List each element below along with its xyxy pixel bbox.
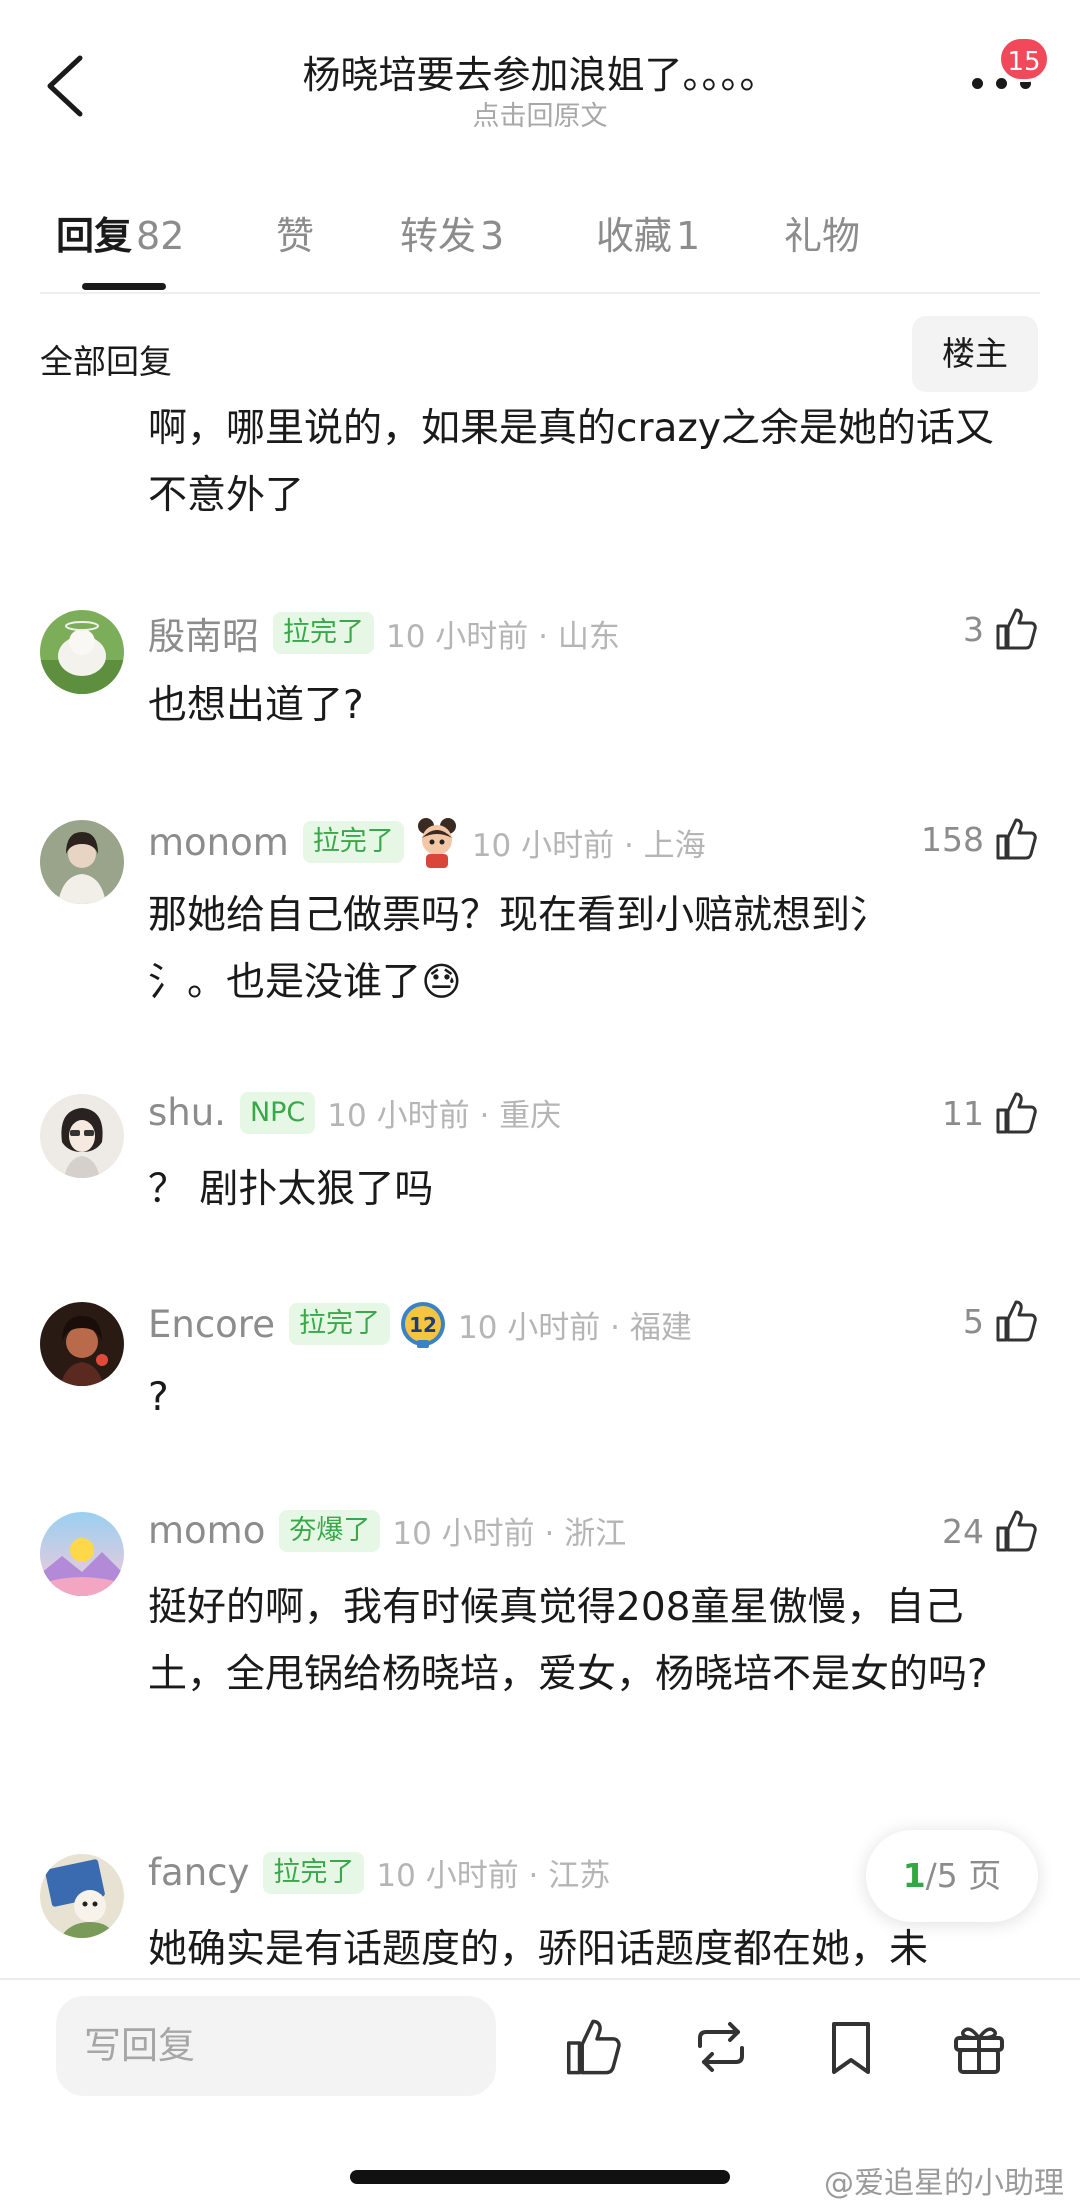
avatar[interactable]: [40, 820, 124, 904]
tab-label: 礼物: [784, 214, 861, 258]
like-count: 5: [963, 1301, 984, 1341]
tab-reposts[interactable]: 转发 3: [400, 205, 504, 260]
username[interactable]: Encore: [148, 1303, 275, 1346]
timestamp-location: 10 小时前 · 山东: [386, 618, 620, 655]
status-badge: 拉完了: [302, 821, 404, 863]
status-badge: 拉完了: [288, 1303, 390, 1345]
page-title: 杨晓培要去参加浪姐了。。。。: [302, 53, 778, 97]
home-indicator: [350, 2170, 730, 2184]
like-post-icon[interactable]: [562, 2016, 624, 2078]
tab-count: 3: [480, 214, 505, 258]
comment-text: 啊，哪里说的，如果是真的crazy之余是她的话又不意外了: [148, 406, 994, 518]
status-badge: 拉完了: [273, 612, 374, 654]
calendar-badge-icon: 12: [400, 1302, 445, 1348]
notification-badge[interactable]: 15: [998, 36, 1050, 82]
tab-replies[interactable]: 回复 82: [56, 205, 184, 260]
comment-text: 她确实是有话题度的，骄阳话题度都在她，未: [148, 1927, 929, 1972]
username[interactable]: shu.: [148, 1091, 226, 1134]
like-count: 3: [963, 609, 984, 649]
divider: [0, 1978, 1080, 1980]
comment-meta: Encore 拉完了 12 10 小时前 · 福建: [148, 1298, 968, 1354]
divider: [40, 292, 1040, 294]
comment-text: 挺好的啊，我有时候真觉得208童星傲慢，自己土，全甩锅给杨晓培，爱女，杨晓培不是…: [148, 1585, 988, 1697]
status-badge: 夯爆了: [279, 1509, 381, 1552]
comment-meta: fancy 拉完了 10 小时前 · 江苏: [148, 1850, 968, 1906]
tab-label: 赞: [276, 214, 315, 258]
tab-label: 转发: [400, 214, 477, 258]
header-bar: 杨晓培要去参加浪姐了。。。。 点击回原文 15: [0, 0, 1080, 160]
gift-icon[interactable]: [948, 2016, 1010, 2078]
avatar[interactable]: [40, 1094, 124, 1178]
tab-label: 收藏: [596, 214, 673, 258]
username[interactable]: momo: [148, 1509, 265, 1552]
status-badge: 拉完了: [263, 1851, 365, 1894]
like-button[interactable]: 5: [963, 1298, 1038, 1354]
comment-text: ？ 剧扑太狠了吗: [148, 1167, 434, 1212]
repost-icon[interactable]: [690, 2016, 752, 2078]
timestamp-location: 10 小时前 · 江苏: [376, 1858, 611, 1894]
thumbs-up-icon: [996, 1510, 1037, 1552]
avatar[interactable]: [40, 610, 124, 694]
timestamp-location: 10 小时前 · 福建: [457, 1309, 692, 1346]
cartoon-character-icon: [417, 818, 456, 868]
thumbs-up-icon: [996, 818, 1037, 860]
watermark: @爱追星的小助理: [824, 2166, 1064, 2201]
reply-input[interactable]: 写回复: [56, 1996, 496, 2096]
thumbs-up-icon: [996, 1300, 1037, 1342]
username[interactable]: monom: [148, 821, 289, 864]
like-count: 24: [942, 1511, 984, 1551]
tab-label: 回复: [56, 214, 133, 258]
tab-bar: 回复 82 赞 转发 3 收藏 1 礼物: [56, 205, 1046, 285]
op-only-button[interactable]: 楼主: [912, 316, 1038, 392]
avatar[interactable]: [40, 1512, 124, 1596]
tab-favorites[interactable]: 收藏 1: [596, 205, 700, 260]
tab-likes[interactable]: 赞: [276, 205, 314, 260]
active-tab-indicator: [82, 283, 166, 290]
comment-meta: shu. NPC 10 小时前 · 重庆: [148, 1090, 968, 1146]
tab-count: 1: [676, 214, 701, 258]
total-pages: /5 页: [925, 1856, 1002, 1895]
current-page: 1: [902, 1856, 926, 1895]
all-replies-filter[interactable]: 全部回复: [40, 335, 172, 383]
status-badge: NPC: [239, 1091, 316, 1134]
comment-meta: momo 夯爆了 10 小时前 · 浙江: [148, 1508, 968, 1564]
bookmark-icon[interactable]: [820, 2016, 882, 2078]
thumbs-up-icon: [996, 608, 1037, 650]
username[interactable]: 殷南昭: [148, 606, 259, 660]
comment-meta: 殷南昭 拉完了 10 小时前 · 山东: [148, 606, 968, 662]
comment-text: 那她给自己做票吗？现在看到小赔就想到氵氵。也是没谁了😓: [148, 893, 890, 1005]
comment-text: 也想出道了?: [148, 683, 364, 728]
like-button[interactable]: 11: [942, 1090, 1038, 1146]
like-button[interactable]: 158: [921, 816, 1038, 872]
like-count: 11: [942, 1093, 984, 1133]
like-count: 158: [921, 819, 984, 859]
timestamp-location: 10 小时前 · 上海: [471, 827, 706, 864]
username[interactable]: fancy: [148, 1851, 249, 1894]
like-button[interactable]: 3: [963, 606, 1038, 662]
like-button[interactable]: 24: [942, 1508, 1038, 1564]
timestamp-location: 10 小时前 · 重庆: [327, 1098, 562, 1134]
avatar[interactable]: [40, 1302, 124, 1386]
tab-gifts[interactable]: 礼物: [784, 205, 860, 260]
back-to-original-link[interactable]: 点击回原文: [0, 94, 1080, 133]
avatar[interactable]: [40, 1854, 124, 1938]
comment-meta: monom 拉完了 10 小时前 · 上海: [148, 816, 968, 872]
page-indicator[interactable]: 1/5 页: [866, 1830, 1038, 1922]
tab-count: 82: [136, 214, 185, 258]
svg-text:12: 12: [409, 1313, 437, 1337]
comment-text: ?: [148, 1375, 169, 1420]
timestamp-location: 10 小时前 · 浙江: [392, 1516, 627, 1552]
thumbs-up-icon: [996, 1092, 1037, 1134]
